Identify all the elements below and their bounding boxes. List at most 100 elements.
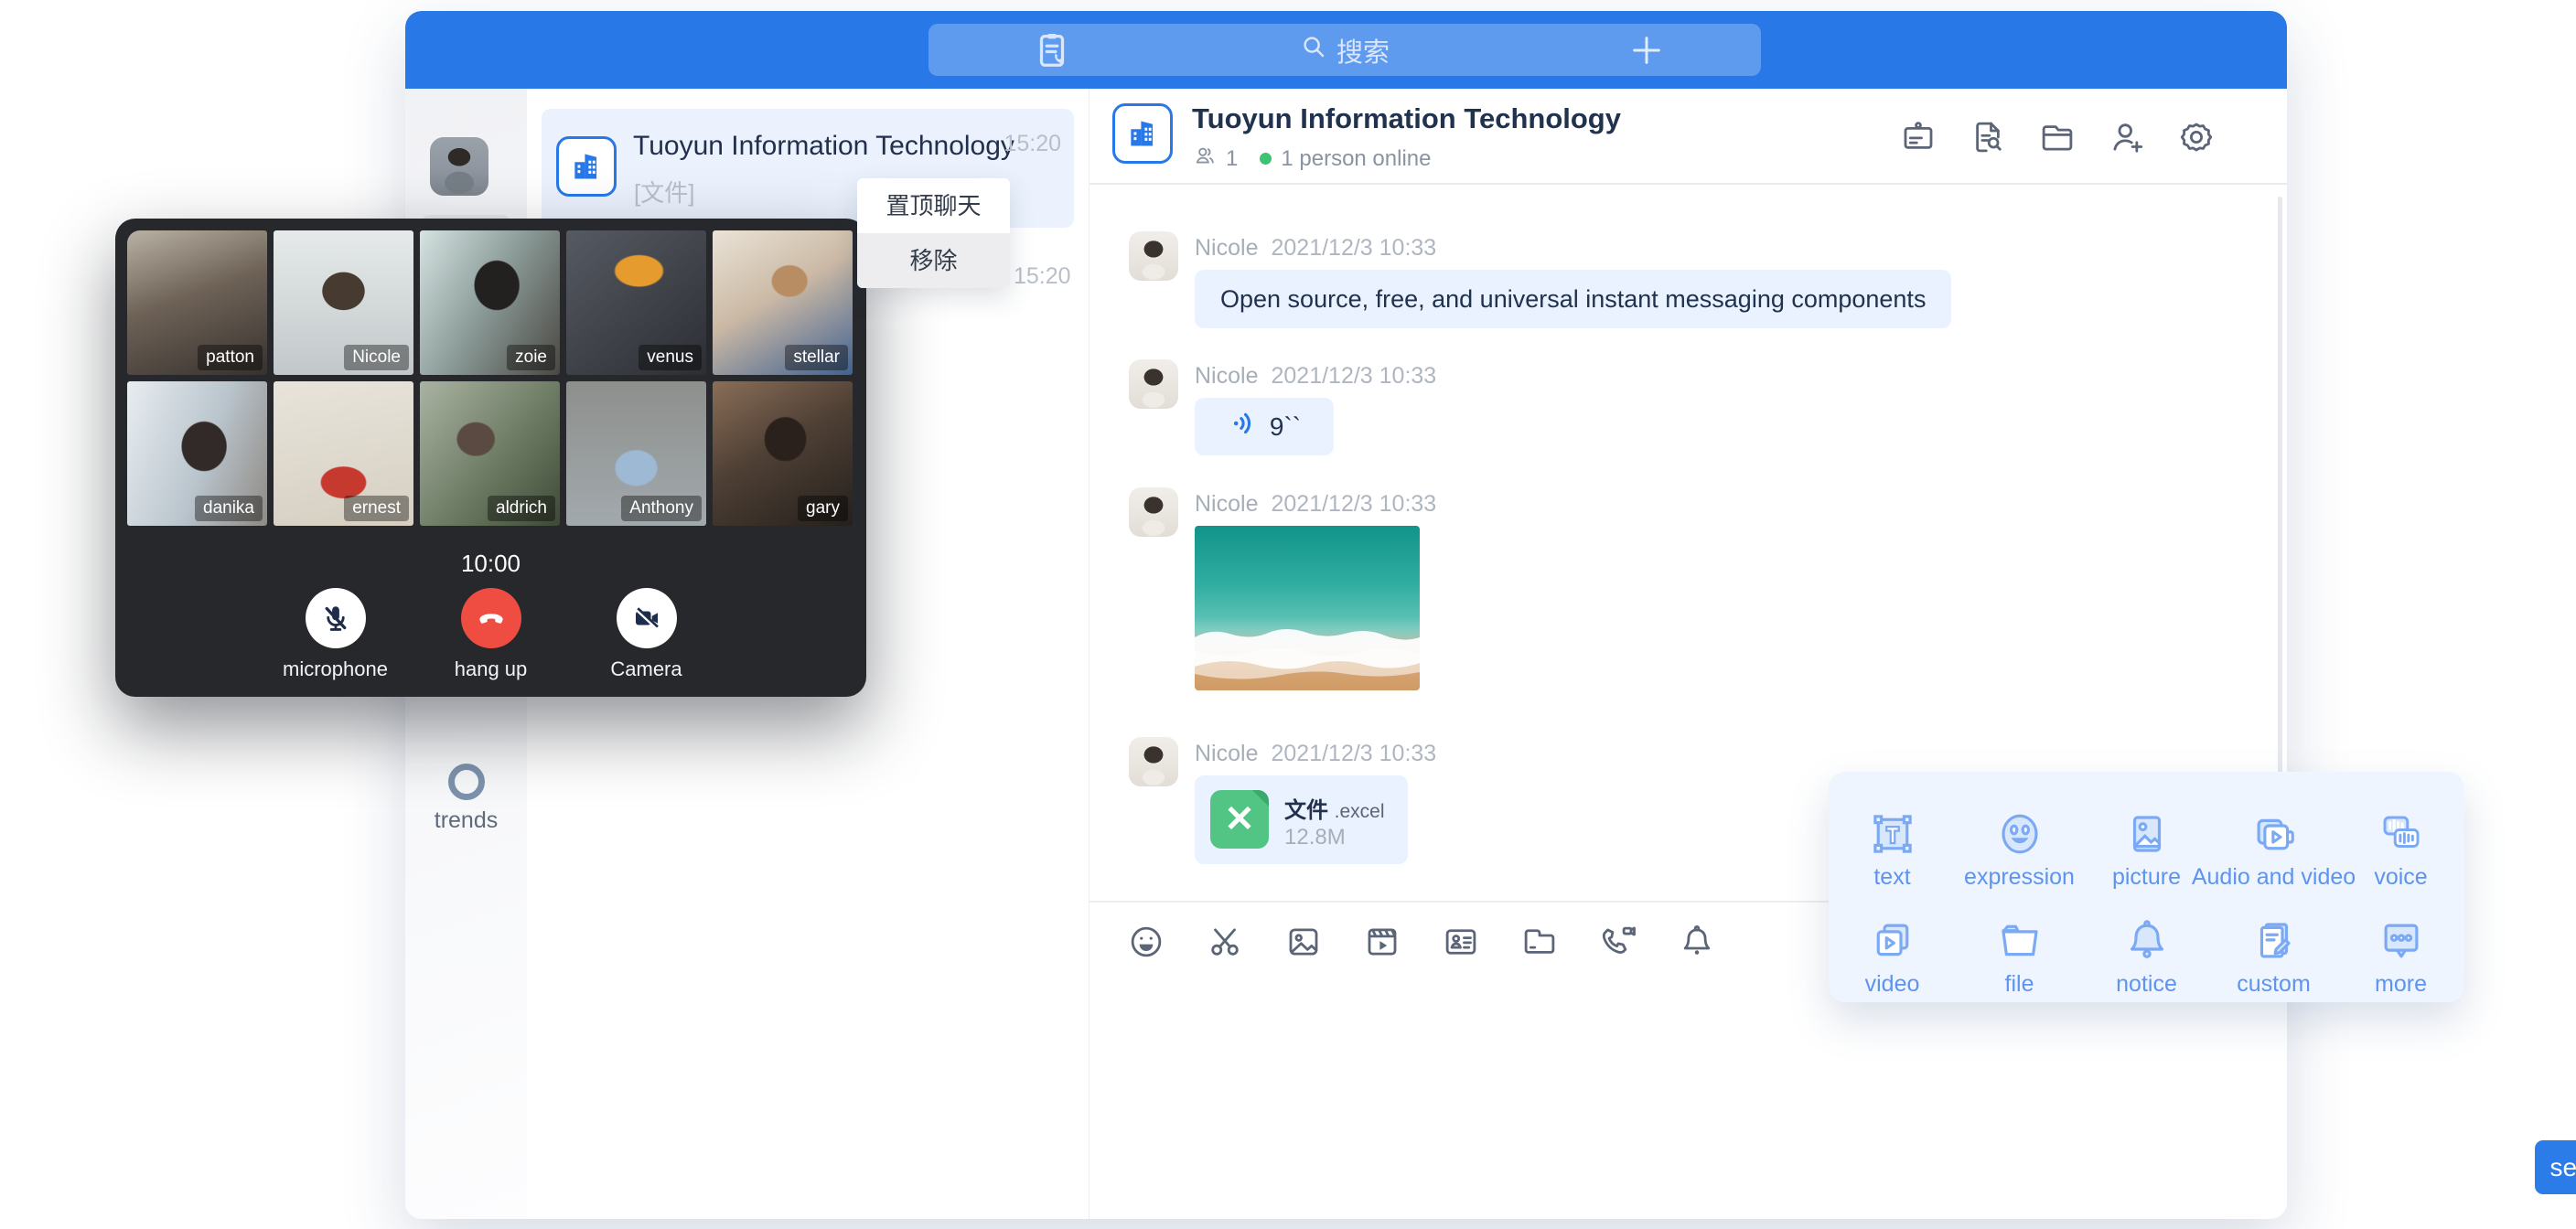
camera-control: Camera [593, 588, 701, 681]
participant-tile: ernest [274, 381, 413, 526]
search-icon [1300, 33, 1327, 68]
panel-item-voice[interactable]: voice [2337, 788, 2464, 891]
panel-item-label: text [1873, 864, 1910, 891]
voice-message-bubble[interactable]: 9`` [1195, 398, 1334, 455]
participant-name: Anthony [621, 496, 702, 521]
message-bubble[interactable]: Open source, free, and universal instant… [1195, 270, 1951, 328]
chat-title: Tuoyun Information Technology [1192, 102, 1621, 135]
emoji-icon[interactable] [1127, 923, 1165, 966]
member-count: 1 [1226, 146, 1238, 172]
search-history-icon[interactable] [1969, 118, 2007, 161]
voice-duration: 9`` [1270, 412, 1301, 442]
message-type-panel: text expression picture [1829, 772, 2464, 1002]
group-files-icon[interactable] [2038, 118, 2077, 161]
sidebar-item-trends[interactable]: trends [405, 764, 527, 834]
search-placeholder[interactable]: 搜索 [1336, 31, 1390, 69]
participant-tile: gary [713, 381, 853, 526]
conversation-title: Tuoyun Information Technology [633, 131, 1014, 162]
trends-label: trends [405, 807, 527, 834]
panel-item-audio-video[interactable]: Audio and video [2210, 788, 2337, 891]
screen: 搜索 trends [0, 0, 2576, 1229]
video-clip-icon[interactable] [1363, 923, 1401, 966]
conversation-time: 15:20 [1004, 131, 1061, 157]
microphone-label: microphone [282, 657, 390, 681]
panel-item-notice[interactable]: notice [2083, 895, 2210, 998]
more-icon [2377, 909, 2426, 966]
my-avatar[interactable] [430, 137, 488, 196]
call-icon[interactable] [1599, 923, 1637, 966]
panel-item-label: video [1865, 971, 1920, 998]
participant-name: zoie [507, 345, 555, 370]
sender-name: Nicole [1195, 235, 1258, 261]
panel-item-label: notice [2116, 971, 2177, 998]
conversation-time: 15:20 [1014, 263, 1071, 290]
audio-video-icon [2248, 802, 2301, 859]
panel-item-more[interactable]: more [2337, 895, 2464, 998]
sender-avatar[interactable] [1129, 737, 1178, 786]
participant-tile: venus [566, 230, 706, 375]
plus-icon[interactable] [1628, 32, 1665, 73]
file-folder-icon[interactable] [1520, 923, 1559, 966]
hang-up-button[interactable] [461, 588, 521, 648]
sender-avatar[interactable] [1129, 487, 1178, 537]
sender-name: Nicole [1195, 741, 1258, 766]
settings-gear-icon[interactable] [2177, 118, 2216, 161]
scrollbar[interactable] [2278, 197, 2282, 837]
contact-card-icon[interactable] [1442, 923, 1480, 966]
top-bar: 搜索 [405, 11, 2287, 89]
panel-item-file[interactable]: file [1956, 895, 2083, 998]
camera-off-button[interactable] [617, 588, 677, 648]
trends-icon [448, 764, 485, 800]
file-icon [1995, 909, 2045, 966]
participant-grid: patton Nicole zoie venus stellar danika … [127, 230, 854, 526]
group-notice-icon[interactable] [1899, 118, 1937, 161]
participant-name: danika [195, 496, 263, 521]
sender-name: Nicole [1195, 491, 1258, 517]
notice-icon [2122, 909, 2172, 966]
participant-name: ernest [344, 496, 409, 521]
microphone-control: microphone [282, 588, 390, 681]
search-bar[interactable]: 搜索 [928, 24, 1761, 76]
panel-item-custom[interactable]: custom [2210, 895, 2337, 998]
voice-wave-icon [1228, 408, 1259, 445]
participant-tile: patton [127, 230, 267, 375]
panel-item-label: more [2375, 971, 2427, 998]
menu-item-pin-chat[interactable]: 置顶聊天 [857, 178, 1010, 233]
microphone-mute-button[interactable] [306, 588, 366, 648]
participant-tile: stellar [713, 230, 853, 375]
panel-item-label: voice [2374, 864, 2427, 891]
menu-item-remove[interactable]: 移除 [857, 233, 1010, 288]
send-button[interactable]: sending [2535, 1140, 2576, 1194]
panel-item-expression[interactable]: expression [1956, 788, 2083, 891]
participant-name: stellar [785, 345, 848, 370]
panel-item-text[interactable]: text [1829, 788, 1956, 891]
screenshot-scissors-icon[interactable] [1206, 923, 1244, 966]
text-icon [1868, 802, 1917, 859]
participant-tile: Anthony [566, 381, 706, 526]
participant-tile: danika [127, 381, 267, 526]
expression-icon [1995, 802, 2045, 859]
sender-name: Nicole [1195, 363, 1258, 389]
picture-icon [2122, 802, 2172, 859]
camera-label: Camera [593, 657, 701, 681]
online-status: 1 person online [1281, 146, 1431, 172]
panel-item-label: expression [1964, 864, 2075, 891]
add-member-icon[interactable] [2108, 118, 2146, 161]
image-icon[interactable] [1284, 923, 1323, 966]
sender-avatar[interactable] [1129, 359, 1178, 409]
panel-item-video[interactable]: video [1829, 895, 1956, 998]
file-size: 12.8M [1284, 825, 1346, 850]
participant-tile: zoie [420, 230, 560, 375]
hang-up-label: hang up [437, 657, 545, 681]
image-message-beach[interactable] [1195, 526, 1420, 690]
excel-file-icon: ✕ [1210, 790, 1269, 849]
custom-icon [2249, 909, 2299, 966]
bell-icon[interactable] [1678, 923, 1716, 966]
file-message-bubble[interactable]: ✕ 文件 .excel 12.8M [1195, 775, 1408, 864]
members-icon [1193, 144, 1217, 174]
message-time: 2021/12/3 10:33 [1271, 741, 1436, 766]
conversation-context-menu: 置顶聊天 移除 [857, 178, 1010, 288]
message-time: 2021/12/3 10:33 [1271, 491, 1436, 517]
group-avatar [556, 136, 617, 197]
sender-avatar[interactable] [1129, 231, 1178, 281]
